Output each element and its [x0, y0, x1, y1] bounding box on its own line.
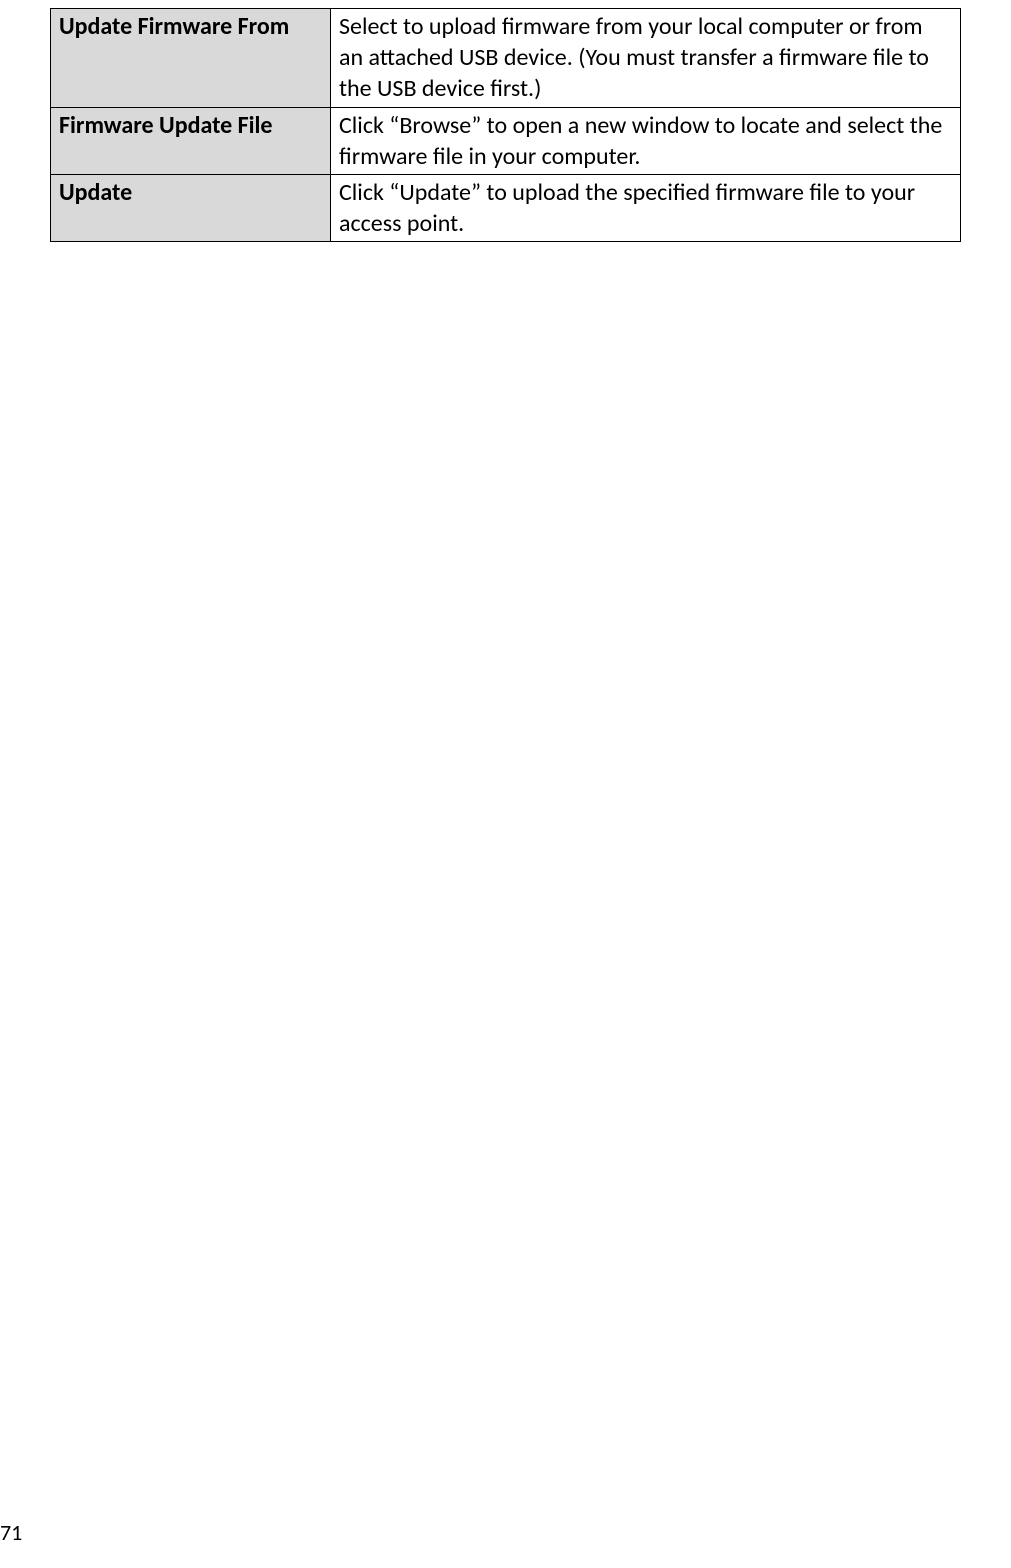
row-label: Update Firmware From [51, 9, 331, 108]
row-description: Click “Browse” to open a new window to l… [331, 107, 961, 174]
row-label: Firmware Update File [51, 107, 331, 174]
row-description: Click “Update” to upload the specified f… [331, 174, 961, 241]
table-row: Update Firmware From Select to upload fi… [51, 9, 961, 108]
row-description: Select to upload firmware from your loca… [331, 9, 961, 108]
table-row: Update Click “Update” to upload the spec… [51, 174, 961, 241]
table-row: Firmware Update File Click “Browse” to o… [51, 107, 961, 174]
page-number: 71 [0, 1519, 22, 1546]
row-label: Update [51, 174, 331, 241]
firmware-table: Update Firmware From Select to upload fi… [50, 8, 961, 242]
